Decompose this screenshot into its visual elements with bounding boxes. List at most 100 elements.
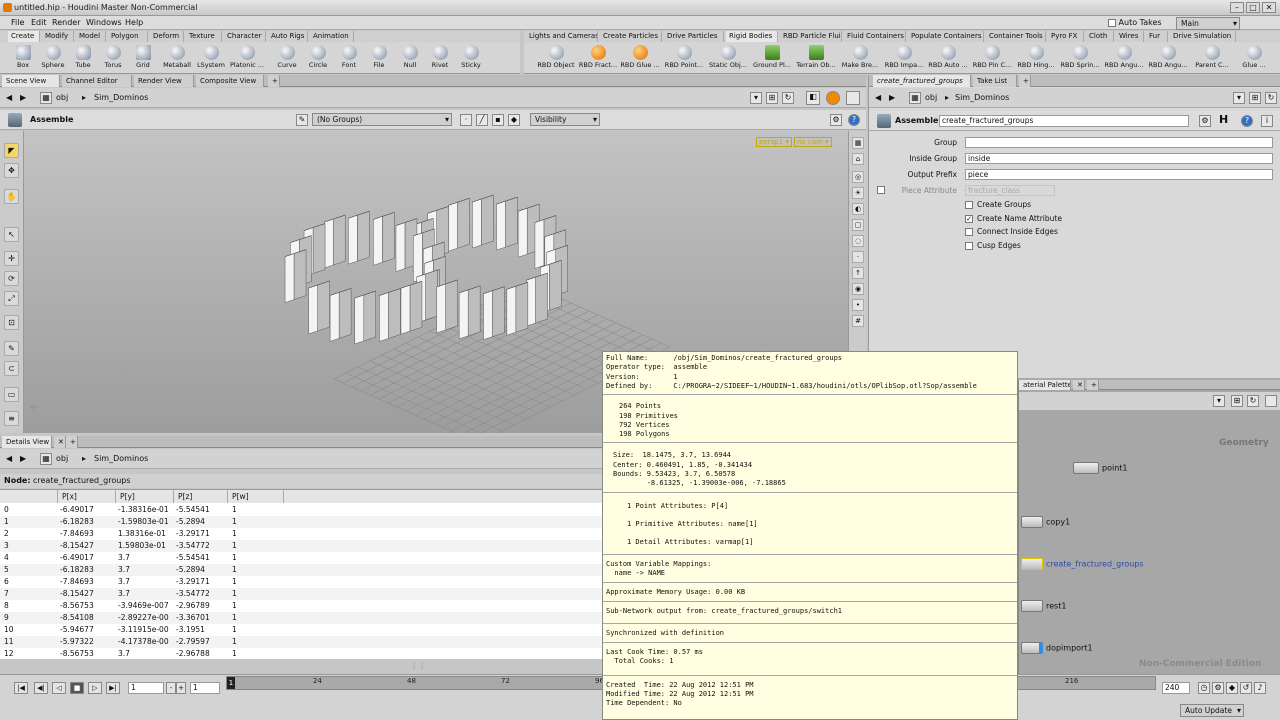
checkbox[interactable] <box>965 241 973 250</box>
tool-rbd-object[interactable]: RBD Object <box>536 44 576 72</box>
tab-channel-editor[interactable]: Channel Editor <box>62 75 132 87</box>
pin-icon[interactable]: ⊞ <box>766 92 778 104</box>
tool-sticky[interactable]: Sticky <box>454 44 488 72</box>
tab-material-palette[interactable]: aterial Palette <box>1019 380 1071 390</box>
frame-increment-icon[interactable]: + <box>176 682 186 694</box>
rotate-tool-icon[interactable]: ⟳ <box>4 271 19 286</box>
lighting-icon[interactable]: ☀ <box>852 187 864 199</box>
node-dopimport1[interactable]: dopimport1 <box>1021 642 1093 654</box>
select-tool-icon[interactable]: ◤ <box>4 143 19 158</box>
shelf-tab-fluid-containers[interactable]: Fluid Containers <box>844 31 906 42</box>
tab-node-params[interactable]: create_fractured_groups <box>873 75 971 87</box>
details-back-arrow-icon[interactable]: ◀ <box>6 454 12 463</box>
param-help-icon[interactable]: ? <box>1241 115 1253 127</box>
normals-icon[interactable]: ↑ <box>852 267 864 279</box>
wireframe-icon[interactable]: ▢ <box>852 219 864 231</box>
tab-composite-view[interactable]: Composite View <box>196 75 264 87</box>
frame-marker[interactable]: 1 <box>227 677 235 689</box>
table-row[interactable]: 8 -8.56753 -3.9469e-007 -2.96789 1 <box>0 600 602 612</box>
shelf-tab-animation[interactable]: Animation <box>310 31 354 42</box>
tool-null[interactable]: Null <box>393 44 427 72</box>
details-add-tab-button[interactable]: + <box>66 436 78 448</box>
grid-toggle-icon[interactable]: # <box>852 315 864 327</box>
tab-details-view[interactable]: Details View <box>2 436 52 448</box>
tool-rbd-angular-1[interactable]: RBD Angu... <box>1104 44 1144 72</box>
param-path-network[interactable]: Sim_Dominos <box>955 93 1009 102</box>
path-dropdown-icon[interactable]: ▾ <box>750 92 762 104</box>
stop-icon[interactable]: ■ <box>70 682 84 694</box>
node-point1[interactable]: point1 <box>1073 462 1128 474</box>
shelf-tab-wires[interactable]: Wires <box>1116 31 1144 42</box>
jump-end-icon[interactable]: ▶| <box>106 682 120 694</box>
end-frame-field[interactable]: 240 <box>1162 682 1190 694</box>
tab-take-list[interactable]: Take List <box>973 75 1017 87</box>
start-frame-field[interactable]: 1 <box>190 682 220 694</box>
tab-render-view[interactable]: Render View <box>134 75 194 87</box>
tool-rbd-pin[interactable]: RBD Pin C... <box>972 44 1012 72</box>
step-back-icon[interactable]: ◀| <box>34 682 48 694</box>
table-row[interactable]: 1 -6.18283 -1.59803e-01 -5.2894 1 <box>0 516 602 528</box>
object-mode-icon[interactable]: ◧ <box>806 91 820 105</box>
tool-parent-constraint[interactable]: Parent C... <box>1192 44 1232 72</box>
param-info-icon[interactable]: i <box>1261 115 1273 127</box>
select-groups-icon[interactable]: ✎ <box>296 114 308 126</box>
frame-decrement-icon[interactable]: - <box>166 682 176 694</box>
tool-curve[interactable]: Curve <box>270 44 304 72</box>
group-field[interactable] <box>965 137 1273 148</box>
shelf-tab-populate-containers[interactable]: Populate Containers <box>908 31 984 42</box>
details-path-root[interactable]: obj <box>56 454 68 463</box>
select-prims-icon[interactable]: ▪ <box>492 114 504 126</box>
tool-font[interactable]: Font <box>332 44 366 72</box>
shelf-tab-lights-cameras[interactable]: Lights and Cameras <box>526 31 598 42</box>
translate-tool-icon[interactable]: ✛ <box>4 251 19 266</box>
param-path-root[interactable]: obj <box>925 93 937 102</box>
table-row[interactable]: 6 -7.84693 3.7 -3.29171 1 <box>0 576 602 588</box>
handle-tool-icon[interactable]: ✥ <box>4 163 19 178</box>
tool-rbd-point[interactable]: RBD Point... <box>664 44 704 72</box>
shelf-tab-modify[interactable]: Modify <box>42 31 74 42</box>
brush-tool-icon[interactable]: ✎ <box>4 341 19 356</box>
node-name-field[interactable]: create_fractured_groups <box>939 115 1189 127</box>
col-header-px[interactable]: P[x] <box>58 490 116 503</box>
tool-rbd-auto[interactable]: RBD Auto ... <box>928 44 968 72</box>
shelf-tab-polygon[interactable]: Polygon <box>108 31 148 42</box>
param-network-type-icon[interactable]: ▦ <box>909 92 921 104</box>
details-forward-arrow-icon[interactable]: ▶ <box>20 454 26 463</box>
network-link-icon[interactable]: ↻ <box>1247 395 1259 407</box>
view-tool-icon[interactable]: ↖ <box>4 227 19 242</box>
shelf-tab-texture[interactable]: Texture <box>186 31 222 42</box>
help-icon[interactable]: ? <box>848 114 860 126</box>
select-points-icon[interactable]: · <box>460 114 472 126</box>
tool-static-object[interactable]: Static Obj... <box>708 44 748 72</box>
pose-tool-icon[interactable]: ✋ <box>4 189 19 204</box>
tool-platonic[interactable]: Platonic ... <box>230 44 264 72</box>
play-reverse-icon[interactable]: ◁ <box>52 682 66 694</box>
network-add-tab-button[interactable]: + <box>1087 380 1099 390</box>
param-gear-icon[interactable]: ⚙ <box>1199 115 1211 127</box>
toggle-connect-inside-edges[interactable]: Connect Inside Edges <box>965 227 1058 236</box>
table-row[interactable]: 5 -6.18283 3.7 -5.2894 1 <box>0 564 602 576</box>
tool-rbd-hinge[interactable]: RBD Hing... <box>1016 44 1056 72</box>
shelf-tab-fur[interactable]: Fur <box>1146 31 1168 42</box>
tool-rbd-glue[interactable]: RBD Glue ... <box>620 44 660 72</box>
menu-render[interactable]: Render <box>52 18 80 27</box>
snap-tool-icon[interactable]: ⊡ <box>4 315 19 330</box>
shelf-tab-rigid-bodies[interactable]: Rigid Bodies <box>726 31 778 42</box>
tool-terrain-object[interactable]: Terrain Ob... <box>796 44 836 72</box>
current-frame-field[interactable]: 1 <box>128 682 164 694</box>
node-rest1[interactable]: rest1 <box>1021 600 1066 612</box>
tool-file[interactable]: File <box>362 44 396 72</box>
tool-glue[interactable]: Glue ... <box>1234 44 1274 72</box>
take-dropdown[interactable]: Main <box>1176 17 1240 30</box>
network-path-dropdown-icon[interactable]: ▾ <box>1213 395 1225 407</box>
magnet-tool-icon[interactable]: ⊂ <box>4 361 19 376</box>
minimize-button[interactable]: – <box>1230 2 1244 13</box>
forward-arrow-icon[interactable]: ▶ <box>20 93 26 102</box>
tool-sphere[interactable]: Sphere <box>36 44 70 72</box>
details-close-icon[interactable]: ✕ <box>54 436 66 448</box>
shelf-tab-container-tools[interactable]: Container Tools <box>986 31 1046 42</box>
menu-file[interactable]: File <box>11 18 24 27</box>
tool-metaball[interactable]: Metaball <box>160 44 194 72</box>
tool-lsystem[interactable]: LSystem <box>194 44 228 72</box>
tool-grid[interactable]: Grid <box>126 44 160 72</box>
